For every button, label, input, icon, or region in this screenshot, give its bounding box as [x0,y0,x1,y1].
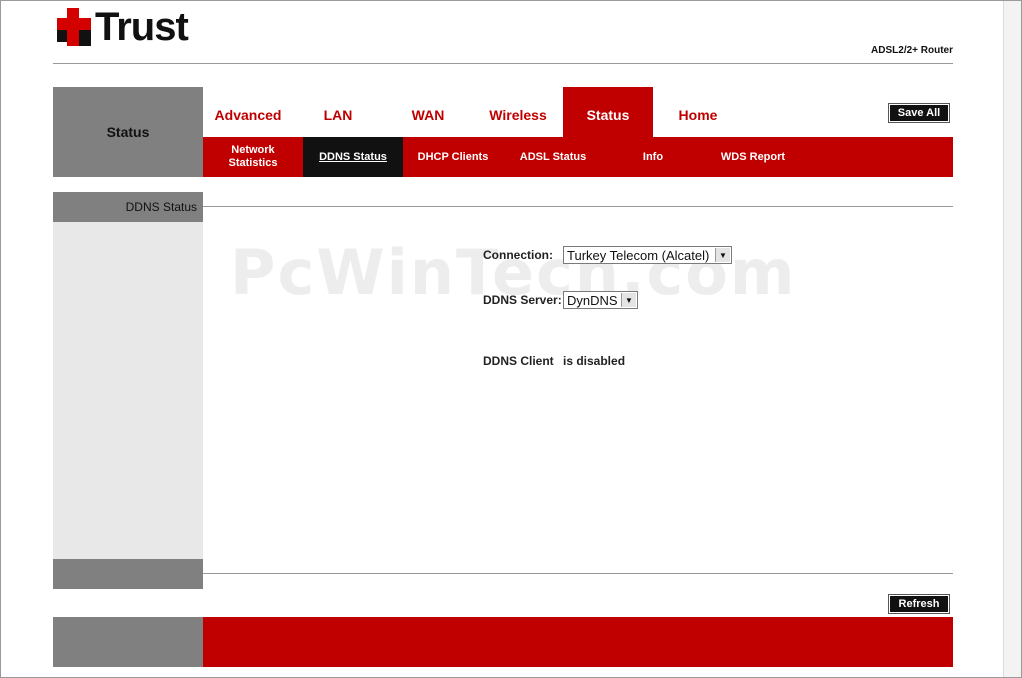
subtab-network-statistics-line1: Network [231,144,275,156]
ddns-client-status: is disabled [563,354,626,368]
footer-red-bar [203,617,953,667]
tab-wireless[interactable]: Wireless [473,87,563,137]
subtab-dhcp-clients[interactable]: DHCP Clients [403,137,503,177]
content-top-divider [203,206,953,207]
connection-select-value: Turkey Telecom (Alcatel) [567,247,710,263]
ddns-client-label: DDNS Client [483,354,554,368]
tab-home[interactable]: Home [653,87,743,137]
product-name: ADSL2/2+ Router [871,45,953,56]
subtab-wds-report[interactable]: WDS Report [703,137,803,177]
trust-logo: Trust [57,5,189,49]
subtab-info[interactable]: Info [603,137,703,177]
header-divider [53,63,953,64]
trust-logo-mark-icon [57,8,93,46]
sidebar-footer [53,559,203,589]
ddns-server-label: DDNS Server: [483,293,562,307]
vertical-scrollbar[interactable] [1003,1,1021,677]
tab-lan[interactable]: LAN [293,87,383,137]
sidebar-title: DDNS Status [53,192,203,222]
logo-wordmark: Trust [95,5,189,49]
tab-status[interactable]: Status [563,87,653,137]
footer-left-bar [53,617,203,667]
subtab-network-statistics-line2: Statistics [228,157,278,169]
connection-label: Connection: [483,248,553,262]
subtab-network-statistics[interactable]: Network Statistics [203,137,303,177]
sub-navigation: Network Statistics DDNS Status DHCP Clien… [203,137,953,177]
sidebar-body [53,222,203,559]
subtab-ddns-status[interactable]: DDNS Status [303,137,403,177]
chevron-down-icon: ▼ [621,293,636,307]
connection-select[interactable]: Turkey Telecom (Alcatel) ▼ [563,246,732,264]
section-title: Status [53,87,203,177]
ddns-server-select-value: DynDNS [567,292,618,308]
content-bottom-divider [203,573,953,574]
refresh-button[interactable]: Refresh [888,594,950,614]
tab-wan[interactable]: WAN [383,87,473,137]
ddns-server-select[interactable]: DynDNS ▼ [563,291,638,309]
subtab-adsl-status[interactable]: ADSL Status [503,137,603,177]
chevron-down-icon: ▼ [715,248,730,262]
main-tabs: Advanced LAN WAN Wireless Status Home [203,87,953,137]
save-all-button[interactable]: Save All [888,103,950,123]
tab-advanced[interactable]: Advanced [203,87,293,137]
